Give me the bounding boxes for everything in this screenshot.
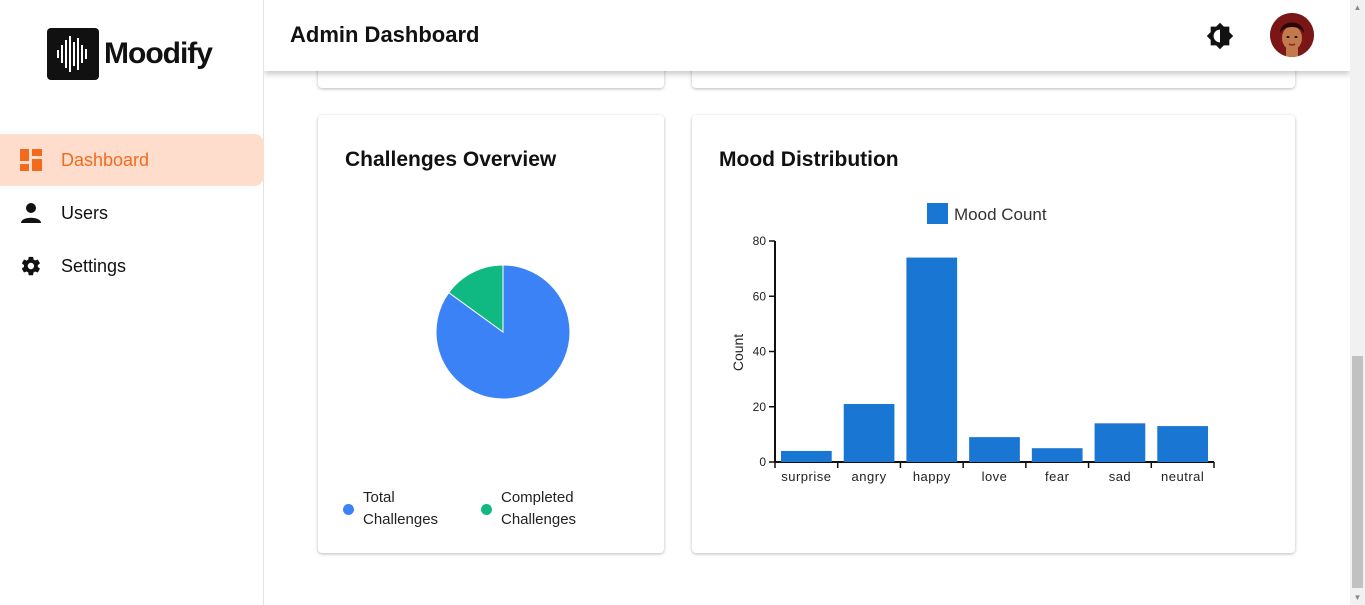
bar-surprise[interactable] — [781, 450, 832, 462]
bar-love[interactable] — [969, 437, 1020, 462]
bar-happy[interactable] — [906, 257, 958, 462]
sidebar-item-label: Settings — [61, 255, 127, 276]
x-tick-label: angry — [852, 469, 887, 484]
bar-fear[interactable] — [1031, 448, 1083, 462]
bar-neutral[interactable] — [1157, 426, 1208, 462]
scroll-up-arrow-icon[interactable]: ▲ — [1350, 0, 1365, 15]
x-tick-label: sad — [1109, 469, 1131, 484]
x-tick-label: neutral — [1161, 469, 1204, 484]
legend-item-completed[interactable]: Completed Challenges — [481, 487, 621, 531]
vertical-scrollbar[interactable]: ▲ ▼ — [1350, 0, 1365, 605]
sidebar: Moodify Dashboard Users Settings — [0, 0, 264, 605]
app-name: Moodify — [104, 37, 213, 70]
y-tick-label: 0 — [759, 455, 766, 469]
sidebar-item-settings[interactable]: Settings — [0, 240, 264, 292]
legend-label: Completed Challenges — [501, 489, 577, 528]
mood-distribution-card: Mood Distribution Mood Count 0 20 40 60 80 Cou… — [692, 115, 1295, 553]
x-tick-label: love — [982, 469, 1008, 484]
y-axis-label: Count — [730, 334, 746, 371]
page-title: Admin Dashboard — [290, 22, 480, 47]
y-tick-label: 80 — [753, 234, 767, 248]
user-avatar[interactable] — [1270, 13, 1314, 57]
legend-swatch — [343, 504, 354, 515]
challenges-overview-card: Challenges Overview Total Challenges Com… — [318, 115, 664, 553]
sidebar-item-label: Dashboard — [61, 149, 150, 170]
bar-chart: Mood Count 0 20 40 60 80 Count surprise angry hap… — [730, 203, 1215, 484]
legend-label: Mood Count — [954, 205, 1047, 224]
legend-item-total[interactable]: Total Challenges — [343, 487, 463, 531]
brightness-icon[interactable] — [1206, 22, 1234, 50]
sidebar-item-dashboard[interactable]: Dashboard — [0, 134, 264, 186]
legend-swatch — [481, 504, 492, 515]
x-tick-label: surprise — [781, 469, 831, 484]
x-tick-label: fear — [1045, 469, 1070, 484]
dashboard-icon — [20, 149, 42, 171]
legend-swatch — [927, 203, 948, 224]
sidebar-item-label: Users — [61, 202, 109, 223]
y-tick-label: 60 — [753, 289, 767, 303]
top-app-bar: Admin Dashboard — [264, 0, 1350, 71]
app-logo[interactable]: Moodify — [47, 28, 213, 80]
legend-item-mood-count[interactable]: Mood Count — [927, 203, 1047, 224]
y-tick-label: 20 — [753, 400, 767, 414]
gear-icon — [20, 255, 42, 277]
legend-label: Total Challenges — [363, 489, 439, 528]
scroll-down-arrow-icon[interactable]: ▼ — [1350, 590, 1365, 605]
bar-sad[interactable] — [1094, 423, 1146, 462]
card-title: Challenges Overview — [345, 148, 557, 171]
y-tick-label: 40 — [753, 345, 767, 359]
card-title: Mood Distribution — [719, 148, 899, 171]
x-tick-label: happy — [913, 469, 951, 484]
person-icon — [20, 202, 42, 224]
pie-chart — [435, 264, 571, 400]
sidebar-item-users[interactable]: Users — [0, 187, 264, 239]
main-content: Admin Dashboard Challenges Overview Tota… — [264, 0, 1350, 605]
bar-angry[interactable] — [843, 403, 895, 462]
sound-wave-logo-icon — [47, 28, 99, 80]
scrollbar-thumb[interactable] — [1352, 356, 1363, 588]
